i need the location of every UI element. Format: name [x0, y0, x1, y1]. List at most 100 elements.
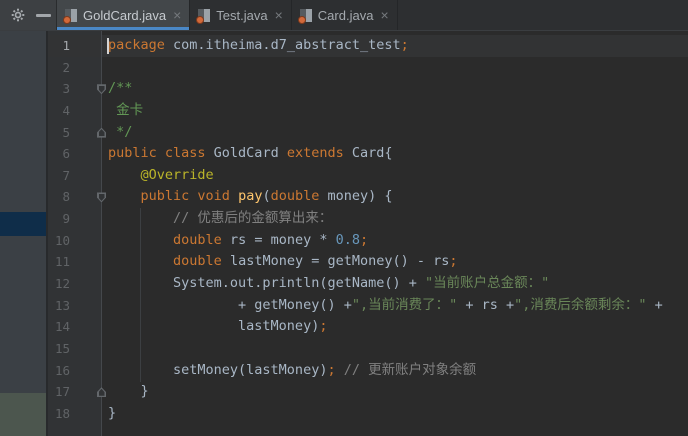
fold-gutter-cell — [70, 295, 101, 317]
code-text: public void pay(double money) { — [101, 186, 393, 208]
code-token: money) { — [319, 188, 393, 205]
code-text: 金卡 — [101, 100, 143, 122]
text-caret — [107, 38, 109, 54]
code-token: Card{ — [351, 145, 393, 162]
code-line[interactable]: 16 setMoney(lastMoney); // 更新账户对象余额 — [48, 360, 688, 382]
code-token: double — [173, 253, 230, 270]
project-panel-strip[interactable] — [0, 30, 46, 436]
tab-close-icon[interactable]: × — [380, 8, 388, 22]
line-number: 1 — [62, 38, 70, 53]
line-number: 17 — [54, 384, 70, 400]
code-line[interactable]: 9 // 优惠后的金额算出来： — [48, 208, 688, 230]
fold-gutter-cell — [70, 381, 106, 403]
code-text: } — [101, 403, 116, 425]
code-text: setMoney(lastMoney); // 更新账户对象余额 — [101, 360, 476, 382]
tab-close-icon[interactable]: × — [173, 8, 181, 22]
project-panel-selection-band — [0, 212, 46, 236]
java-file-icon — [196, 8, 211, 24]
code-token: } — [108, 383, 149, 400]
code-line[interactable]: 18} — [48, 403, 688, 425]
tab-test-java[interactable]: Test.java × — [190, 0, 292, 30]
fold-gutter-cell — [70, 78, 106, 100]
code-token: ; — [449, 253, 458, 270]
code-token: lastMoney = getMoney() - rs — [229, 253, 450, 270]
code-token: public class — [108, 145, 214, 162]
fold-gutter-cell — [70, 100, 101, 122]
code-token: ",消费后余额剩余：" — [514, 296, 647, 313]
tab-label: GoldCard.java — [83, 7, 167, 23]
code-token: ; — [360, 231, 369, 248]
code-token: ; — [319, 318, 328, 335]
code-line[interactable]: 7 @Override — [48, 165, 688, 187]
code-text: @Override — [101, 165, 214, 187]
code-token: double — [173, 231, 230, 248]
line-number: 5 — [62, 124, 70, 140]
line-number: 12 — [54, 276, 70, 292]
code-line[interactable]: 8 public void pay(double money) { — [48, 186, 688, 208]
code-line[interactable]: 17 } — [48, 381, 688, 403]
code-line[interactable]: 2 — [48, 57, 688, 79]
code-line[interactable]: 5 */ — [48, 122, 688, 144]
line-number: 6 — [62, 146, 70, 162]
code-line[interactable]: 3 /** — [48, 78, 688, 100]
code-token: pay — [238, 188, 263, 205]
fold-gutter-cell — [70, 316, 101, 338]
code-line[interactable]: 14 lastMoney); — [48, 316, 688, 338]
code-token: com.itheima.d7_abstract_test — [173, 37, 401, 53]
fold-gutter-cell — [70, 57, 101, 79]
code-line[interactable]: 13 + getMoney() +",当前消费了：" + rs +",消费后余额… — [48, 295, 688, 317]
code-token: 金卡 — [108, 101, 144, 118]
ide-window: 1 package com.itheima.d7_abstract_test; 2 3… — [0, 0, 688, 436]
code-line[interactable]: 12 System.out.println(getName() + "当前账户总… — [48, 273, 688, 295]
code-text: // 优惠后的金额算出来： — [101, 208, 332, 230]
line-number: 2 — [62, 59, 70, 75]
tab-card-java[interactable]: Card.java × — [292, 0, 398, 30]
line-number: 15 — [54, 340, 70, 356]
tab-close-icon[interactable]: × — [275, 8, 283, 22]
line-number: 3 — [62, 81, 70, 97]
code-token: + — [646, 296, 663, 313]
code-text: } — [101, 381, 149, 403]
code-token: package — [108, 37, 174, 53]
code-token: System.out.println(getName() + — [108, 275, 425, 292]
tab-goldcard-java[interactable]: GoldCard.java × — [57, 0, 191, 30]
code-token: public void — [140, 188, 239, 205]
code-line[interactable]: 6 public class GoldCard extends Card{ — [48, 143, 688, 165]
code-text: + getMoney() +",当前消费了：" + rs +",消费后余额剩余：… — [101, 295, 663, 317]
code-line[interactable]: 11 double lastMoney = getMoney() - rs; — [48, 251, 688, 273]
fold-gutter-cell — [70, 360, 101, 382]
code-token: ( — [262, 188, 271, 205]
code-text: System.out.println(getName() + "当前账户总金额：… — [101, 273, 549, 295]
code-line[interactable]: 4 金卡 — [48, 100, 688, 122]
code-token: "当前账户总金额：" — [424, 275, 550, 292]
code-token: ; — [327, 361, 336, 378]
fold-gutter-cell — [70, 273, 101, 295]
code-token: GoldCard — [213, 145, 287, 162]
fold-gutter-cell — [70, 251, 101, 273]
indent-guide — [140, 208, 141, 382]
line-number: 16 — [54, 362, 70, 378]
code-line[interactable]: 10 double rs = money * 0.8; — [48, 230, 688, 252]
code-editor[interactable]: 1 package com.itheima.d7_abstract_test; 2 3… — [48, 30, 688, 436]
code-line[interactable]: 1 package com.itheima.d7_abstract_test; — [48, 35, 688, 57]
code-text: package com.itheima.d7_abstract_test; — [101, 35, 409, 57]
tabs-container: GoldCard.java × Test.java × Card.java × — [57, 0, 398, 30]
code-line[interactable]: 15 — [48, 338, 688, 360]
fold-gutter-cell — [70, 186, 106, 208]
panel-header — [0, 0, 57, 30]
gear-icon[interactable] — [10, 7, 26, 23]
code-text: double lastMoney = getMoney() - rs; — [101, 251, 458, 273]
tab-label: Card.java — [317, 7, 374, 23]
fold-gutter-cell — [70, 338, 101, 360]
code-token: */ — [108, 123, 133, 140]
code-token: // 优惠后的金额算出来： — [108, 210, 333, 227]
line-number: 14 — [54, 319, 70, 335]
code-token: + rs + — [457, 296, 515, 313]
code-token: rs = money * — [229, 231, 336, 248]
hide-panel-icon[interactable] — [36, 14, 51, 17]
code-token: } — [108, 404, 117, 421]
line-number: 4 — [62, 102, 70, 118]
